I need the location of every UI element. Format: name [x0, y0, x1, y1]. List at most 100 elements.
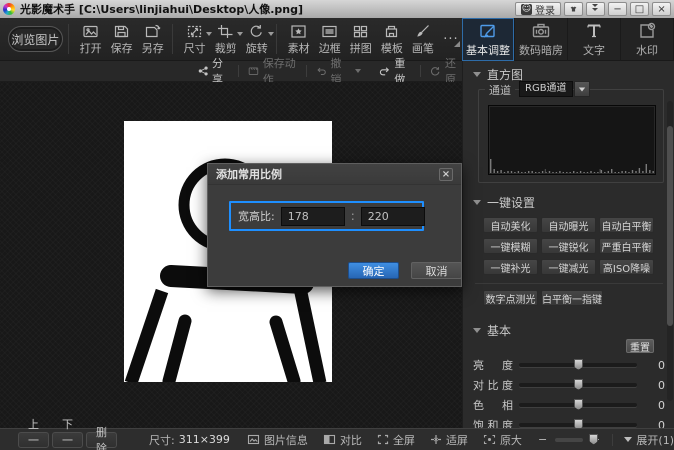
save-as-icon: [144, 24, 161, 39]
saturation-slider[interactable]: [519, 423, 637, 427]
material-button[interactable]: 素材: [285, 22, 313, 56]
login-avatar-icon: ☺: [521, 4, 532, 15]
maximize-button[interactable]: □: [630, 2, 649, 16]
login-button[interactable]: ☺ 登录: [515, 2, 561, 16]
action-bar: 分享 保存动作 撤销 重做 还原: [0, 61, 462, 82]
close-button[interactable]: ×: [652, 2, 671, 16]
skin-button[interactable]: [564, 2, 583, 16]
compare-button[interactable]: 对比: [323, 432, 362, 448]
auto-exposure-button[interactable]: 自动曝光: [541, 217, 596, 233]
slider-thumb[interactable]: [574, 379, 583, 390]
resize-icon: [186, 24, 203, 39]
zoom-slider[interactable]: [555, 438, 583, 442]
corner-expand-icon: [454, 41, 460, 47]
basic-adjust-icon: [478, 22, 498, 40]
delete-image-button[interactable]: 删除: [86, 432, 117, 448]
adjust-panel: 直方图 通道 RGB通道 一键设置 自动美化 自动曝光 自动白平衡 一键模糊 一…: [462, 61, 674, 428]
auto-beautify-button[interactable]: 自动美化: [483, 217, 538, 233]
collapse-button[interactable]: [586, 2, 605, 16]
save-as-button[interactable]: 另存: [139, 22, 167, 56]
text-icon: [584, 22, 604, 40]
compare-icon: [323, 434, 336, 445]
hue-slider-row: 色相 0: [473, 398, 665, 412]
scrollbar-thumb[interactable]: [667, 126, 673, 326]
cancel-button[interactable]: 取消: [411, 262, 462, 279]
tab-digital-darkroom[interactable]: 数码暗房: [515, 18, 568, 61]
brush-icon: [414, 24, 431, 39]
onekey-sharpen-button[interactable]: 一键锐化: [541, 238, 596, 254]
white-balance-one-touch-button[interactable]: 白平衡一指键: [541, 290, 603, 306]
app-window: 光影魔术手 [C:\Users\linjiahui\Desktop\人像.png…: [0, 0, 674, 450]
ratio-width-input[interactable]: [281, 207, 345, 226]
title-bar: 光影魔术手 [C:\Users\linjiahui\Desktop\人像.png…: [0, 0, 674, 18]
slider-thumb[interactable]: [574, 359, 583, 370]
ok-button[interactable]: 确定: [348, 262, 399, 279]
severe-white-balance-button[interactable]: 严重白平衡: [599, 238, 654, 254]
save-button[interactable]: 保存: [108, 22, 136, 56]
image-info-icon: [247, 434, 260, 445]
dialog-title: 添加常用比例: [216, 166, 282, 182]
undo-dropdown-icon[interactable]: [355, 69, 361, 73]
tab-text[interactable]: 文字: [568, 18, 621, 61]
save-icon: [113, 24, 130, 39]
onekey-blur-button[interactable]: 一键模糊: [483, 238, 538, 254]
open-button[interactable]: 打开: [77, 22, 105, 56]
tab-basic-adjust[interactable]: 基本调整: [462, 18, 515, 61]
resize-button[interactable]: 尺寸: [181, 22, 209, 56]
digital-spot-metering-button[interactable]: 数字点测光: [483, 290, 538, 306]
separator: [238, 65, 239, 77]
onekey-fill-light-button[interactable]: 一键补光: [483, 259, 538, 275]
crop-button[interactable]: 裁剪: [212, 22, 240, 56]
original-size-icon: [483, 434, 496, 445]
reset-button[interactable]: 重置: [626, 339, 654, 353]
prev-image-button[interactable]: 上一张: [18, 432, 49, 448]
contrast-slider[interactable]: [519, 383, 637, 387]
high-iso-denoise-button[interactable]: 高ISO降噪: [599, 259, 654, 275]
basic-section-header[interactable]: 基本: [473, 322, 511, 339]
window-title: 光影魔术手 [C:\Users\linjiahui\Desktop\人像.png…: [20, 1, 303, 17]
minimize-button[interactable]: −: [608, 2, 627, 16]
double-chevron-down-icon: [592, 7, 599, 11]
rotate-button[interactable]: 旋转: [243, 22, 271, 56]
brightness-slider[interactable]: [519, 363, 637, 367]
dialog-title-bar[interactable]: 添加常用比例 ×: [208, 164, 461, 185]
aspect-ratio-label: 宽高比:: [238, 208, 275, 224]
dialog-close-button[interactable]: ×: [439, 168, 453, 181]
next-image-button[interactable]: 下一张: [52, 432, 83, 448]
chevron-down-icon: [579, 87, 585, 91]
ratio-field-group: 宽高比: :: [229, 201, 424, 231]
histogram-section-header[interactable]: 直方图: [473, 66, 523, 83]
original-size-button[interactable]: 原大: [483, 432, 522, 448]
channel-dropdown-button[interactable]: [574, 81, 590, 97]
ratio-height-input[interactable]: [361, 207, 425, 226]
brush-button[interactable]: 画笔: [409, 22, 437, 56]
collage-button[interactable]: 拼图: [347, 22, 375, 56]
onekey-section-header[interactable]: 一键设置: [473, 194, 535, 211]
auto-white-balance-button[interactable]: 自动白平衡: [599, 217, 654, 233]
more-tools-button[interactable]: ···: [440, 31, 462, 47]
frame-button[interactable]: 边框: [316, 22, 344, 56]
collapse-triangle-icon: [473, 72, 481, 77]
channel-select[interactable]: RGB通道: [519, 81, 573, 97]
expand-panel-button[interactable]: 展开(1): [624, 432, 674, 448]
panel-scrollbar[interactable]: [667, 101, 673, 401]
app-logo-icon: [3, 3, 15, 15]
fullscreen-button[interactable]: 全屏: [377, 432, 415, 448]
image-info-button[interactable]: 图片信息: [247, 432, 308, 448]
fullscreen-icon: [377, 434, 389, 445]
dropdown-arrow-icon: [268, 32, 274, 36]
separator: [420, 65, 421, 77]
skin-icon: [570, 4, 577, 14]
collapse-triangle-icon: [473, 328, 481, 333]
slider-thumb[interactable]: [574, 399, 583, 410]
watermark-icon: [637, 22, 657, 40]
histogram-groupbox: 通道 RGB通道: [478, 89, 664, 183]
onekey-dim-light-button[interactable]: 一键减光: [541, 259, 596, 275]
fit-screen-button[interactable]: 适屏: [430, 432, 468, 448]
tab-watermark[interactable]: 水印: [621, 18, 674, 61]
hue-slider[interactable]: [519, 403, 637, 407]
template-button[interactable]: 模板: [378, 22, 406, 56]
zoom-out-button[interactable]: −: [538, 433, 547, 446]
browse-images-button[interactable]: 浏览图片: [8, 26, 63, 52]
material-icon: [290, 24, 307, 39]
